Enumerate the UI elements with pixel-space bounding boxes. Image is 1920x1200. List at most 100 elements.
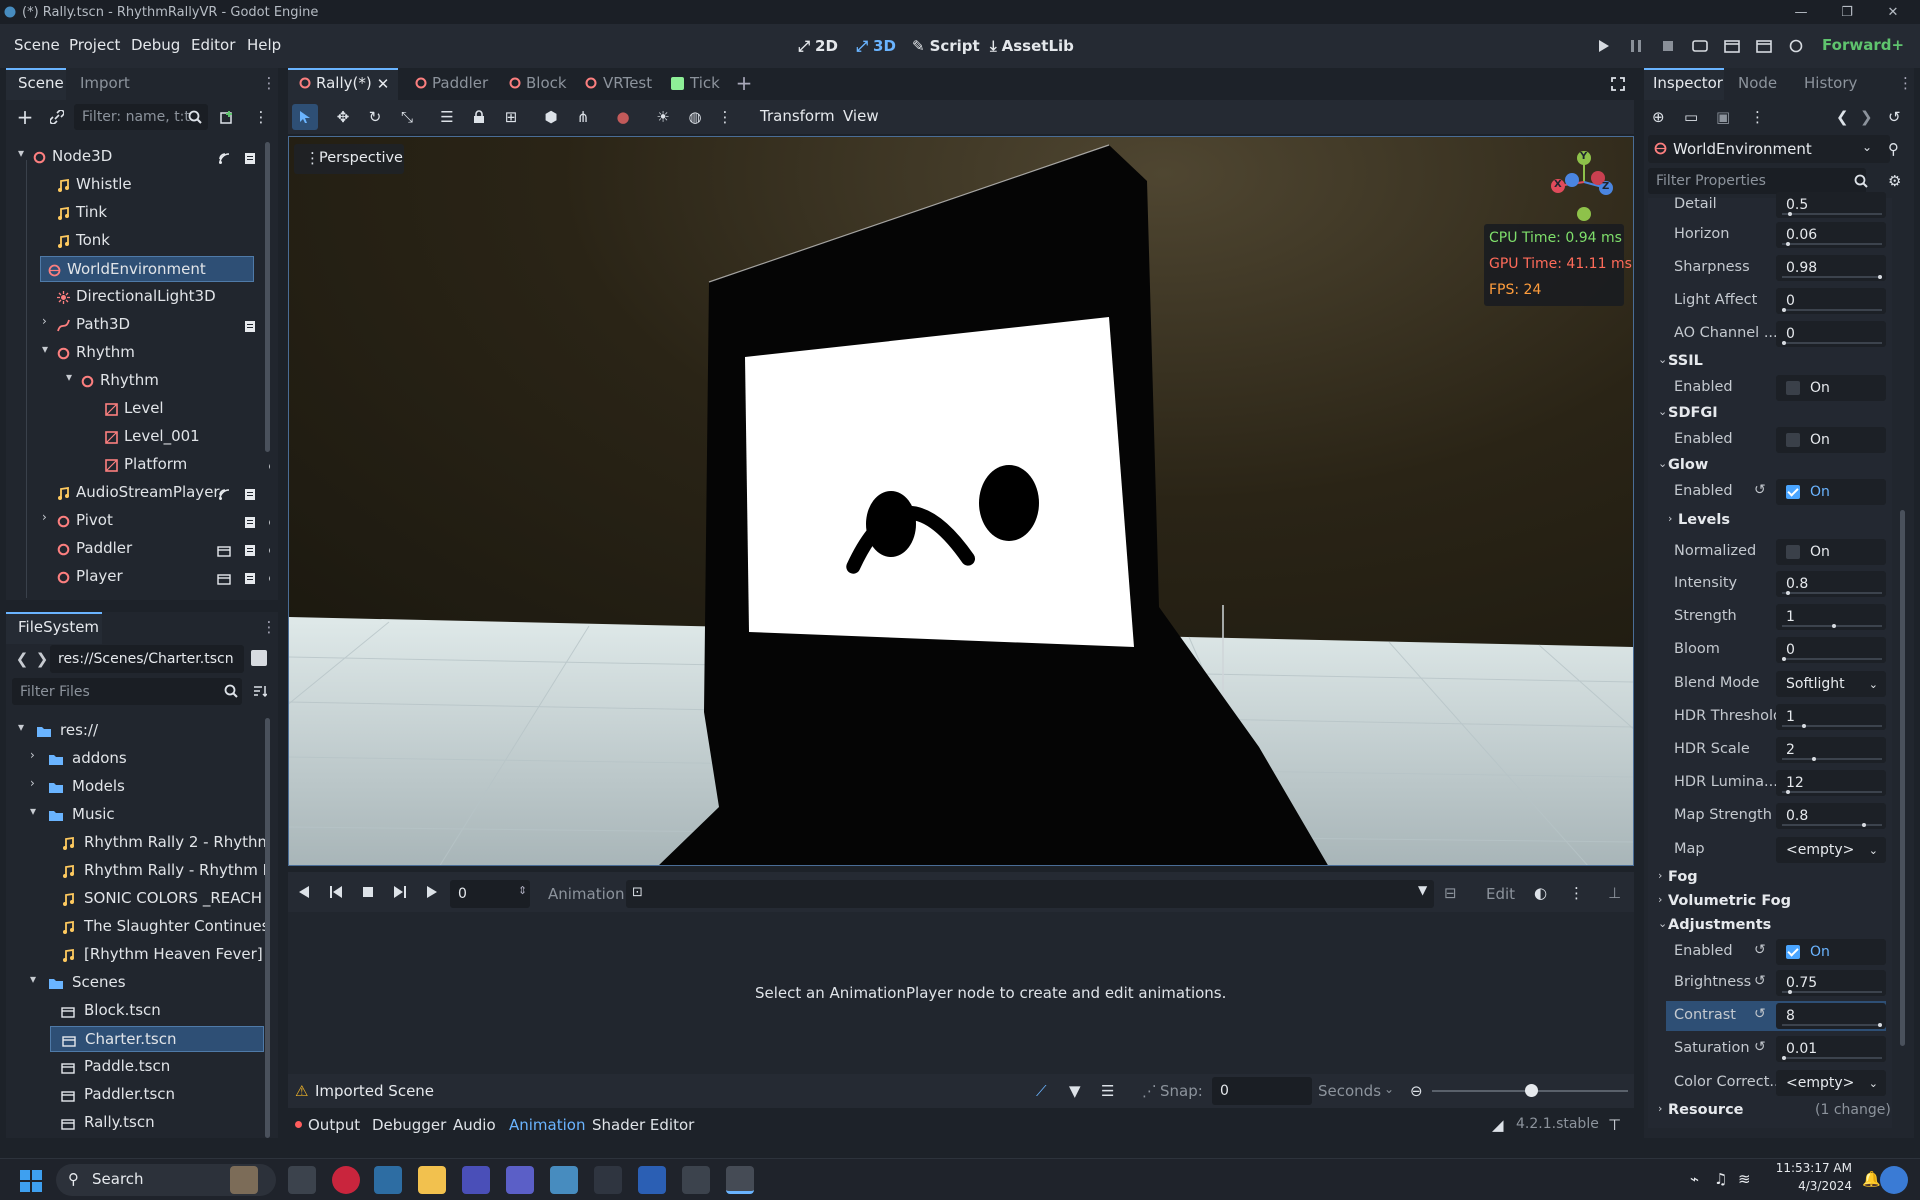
file-item[interactable]: Paddler.tscn [20, 1082, 264, 1108]
scene-icon[interactable] [216, 543, 232, 557]
link-icon[interactable] [48, 108, 66, 126]
filesystem-menu-icon[interactable]: ⋮ [262, 618, 277, 636]
prop-slider[interactable] [1782, 657, 1882, 661]
tab-output[interactable]: Output [308, 1116, 360, 1134]
tab-scene[interactable]: Scene [18, 74, 64, 92]
file-item[interactable]: ▾ Music [20, 802, 264, 828]
expand-arrow-icon[interactable]: ▾ [66, 370, 72, 384]
section-levels[interactable]: Levels [1678, 512, 1730, 528]
scene-more-icon[interactable]: ⋮ [252, 108, 270, 126]
group-icon[interactable]: ⊞ [502, 108, 520, 126]
section-adjustments[interactable]: Adjustments [1668, 917, 1771, 933]
tree-node-pivot[interactable]: › Pivot [20, 508, 270, 534]
snap-input[interactable]: 0 [1212, 1077, 1312, 1105]
expand-arrow-icon[interactable]: ▾ [30, 804, 36, 818]
sort-icon[interactable] [251, 682, 269, 700]
expand-arrow-icon[interactable]: › [30, 776, 35, 790]
file-item[interactable]: SONIC COLORS _REACH F... [20, 886, 270, 912]
file-item[interactable]: › Models [20, 774, 264, 800]
section-sdfgi[interactable]: SDFGI [1668, 405, 1718, 421]
animation-library-icon[interactable]: ⊟ [1444, 884, 1457, 902]
prop-checkbox-glow_enabled[interactable]: On [1776, 479, 1886, 505]
tree-node-node3d[interactable]: ▾ Node3D [18, 144, 270, 170]
prop-checkbox-ssil_enabled[interactable]: On [1776, 375, 1886, 401]
section-arrow-icon[interactable]: ⌄ [1658, 353, 1667, 366]
filesystem-path-input[interactable]: res://Scenes/Charter.tscn [50, 645, 244, 673]
script-icon[interactable] [242, 543, 258, 557]
tab-tick[interactable]: Tick [690, 74, 720, 92]
section-arrow-icon[interactable]: ⌄ [1658, 405, 1667, 418]
list-select-icon[interactable]: ☰ [438, 108, 456, 126]
script-icon[interactable] [242, 515, 258, 529]
stop-icon[interactable] [1655, 33, 1681, 59]
prop-slider[interactable] [1782, 308, 1882, 312]
opera-icon[interactable] [332, 1166, 360, 1194]
workspace-script-button[interactable]: ✎ Script [906, 32, 986, 60]
renderer-selector[interactable]: Forward+ [1822, 36, 1904, 54]
prop-slider[interactable] [1782, 242, 1882, 246]
section-arrow-icon[interactable]: › [1658, 893, 1662, 906]
prop-slider[interactable] [1782, 275, 1882, 279]
reset-icon[interactable]: ↺ [1754, 1006, 1766, 1022]
history-back-icon[interactable]: ❮ [1836, 108, 1849, 126]
reset-icon[interactable]: ↺ [1754, 1039, 1766, 1055]
inspector-menu-icon[interactable]: ⋮ [1898, 74, 1913, 92]
tab-block[interactable]: Block [526, 74, 567, 92]
tree-node-rhythm[interactable]: ▾ Rhythm [20, 340, 270, 366]
remote-debug-icon[interactable] [1687, 33, 1713, 59]
play-animation-icon[interactable] [424, 884, 440, 900]
prop-slider[interactable] [1782, 1023, 1882, 1027]
play-custom-scene-icon[interactable] [1751, 33, 1777, 59]
play-icon[interactable] [1591, 33, 1617, 59]
tab-shader-editor[interactable]: Shader Editor [592, 1116, 694, 1134]
prop-slider[interactable] [1782, 341, 1882, 345]
split-mode-icon[interactable] [251, 650, 267, 666]
menu-debug[interactable]: Debug [131, 36, 180, 54]
back-icon[interactable]: ❮ [16, 650, 29, 668]
select-tool-icon[interactable] [292, 104, 318, 130]
tab-vrtest[interactable]: VRTest [603, 74, 652, 92]
object-history-icon[interactable]: ↺ [1888, 108, 1901, 126]
teams-icon[interactable] [506, 1166, 534, 1194]
scene-icon[interactable] [216, 571, 232, 585]
tree-node-path3d[interactable]: › Path3D [20, 312, 270, 338]
prop-slider[interactable] [1782, 624, 1882, 628]
task-view-icon[interactable] [288, 1166, 316, 1194]
prop-value-color_correction[interactable]: <empty> ⌄ [1776, 1070, 1886, 1096]
workspace-2d-button[interactable]: ⤢ 2D [792, 32, 844, 60]
viewport-more-icon[interactable]: ⋮ [718, 108, 733, 126]
wifi-icon[interactable]: ≋ [1738, 1170, 1751, 1188]
eye-icon[interactable] [268, 571, 270, 585]
properties-options-icon[interactable]: ⚙ [1888, 172, 1901, 190]
tab-filesystem[interactable]: FileSystem [18, 618, 99, 636]
load-resource-icon[interactable]: ▭ [1684, 108, 1698, 126]
play-from-start-icon[interactable] [392, 884, 408, 900]
file-item[interactable]: ▾ res:// [18, 718, 264, 744]
app-icon[interactable] [374, 1166, 402, 1194]
environment-icon[interactable]: ◍ [686, 108, 704, 126]
section-resource[interactable]: Resource [1668, 1102, 1744, 1118]
expand-panel-icon[interactable]: ⊤ [1608, 1116, 1621, 1134]
reset-icon[interactable]: ↺ [1754, 942, 1766, 958]
onion-skin-icon[interactable]: ◐ [1534, 884, 1547, 902]
track-list-icon[interactable]: ☰ [1101, 1082, 1114, 1100]
script-icon[interactable] [242, 151, 258, 165]
filesystem-filter-input[interactable]: Filter Files [12, 678, 242, 705]
bezier-icon[interactable]: ⟋ [1036, 1082, 1047, 1100]
tree-node-directionallight3d[interactable]: DirectionalLight3D [20, 284, 270, 310]
section-arrow-icon[interactable]: ⌄ [1658, 457, 1667, 470]
tree-node-tink[interactable]: Tink [20, 200, 256, 226]
section-glow[interactable]: Glow [1668, 457, 1708, 473]
expand-arrow-icon[interactable]: › [42, 510, 47, 524]
tab-audio[interactable]: Audio [453, 1116, 496, 1134]
dock-menu-icon[interactable]: ⋮ [262, 74, 277, 92]
godot-taskbar-icon[interactable] [550, 1166, 578, 1194]
tree-node-whistle[interactable]: Whistle [20, 172, 256, 198]
reset-icon[interactable]: ↺ [1754, 973, 1766, 989]
section-arrow-icon[interactable]: › [1668, 512, 1672, 525]
tab-animation[interactable]: Animation [509, 1116, 585, 1134]
edit-button[interactable]: Edit [1486, 885, 1515, 903]
expand-arrow-icon[interactable]: › [30, 748, 35, 762]
animation-select[interactable] [626, 880, 1434, 908]
windows-start-icon[interactable] [20, 1170, 42, 1192]
